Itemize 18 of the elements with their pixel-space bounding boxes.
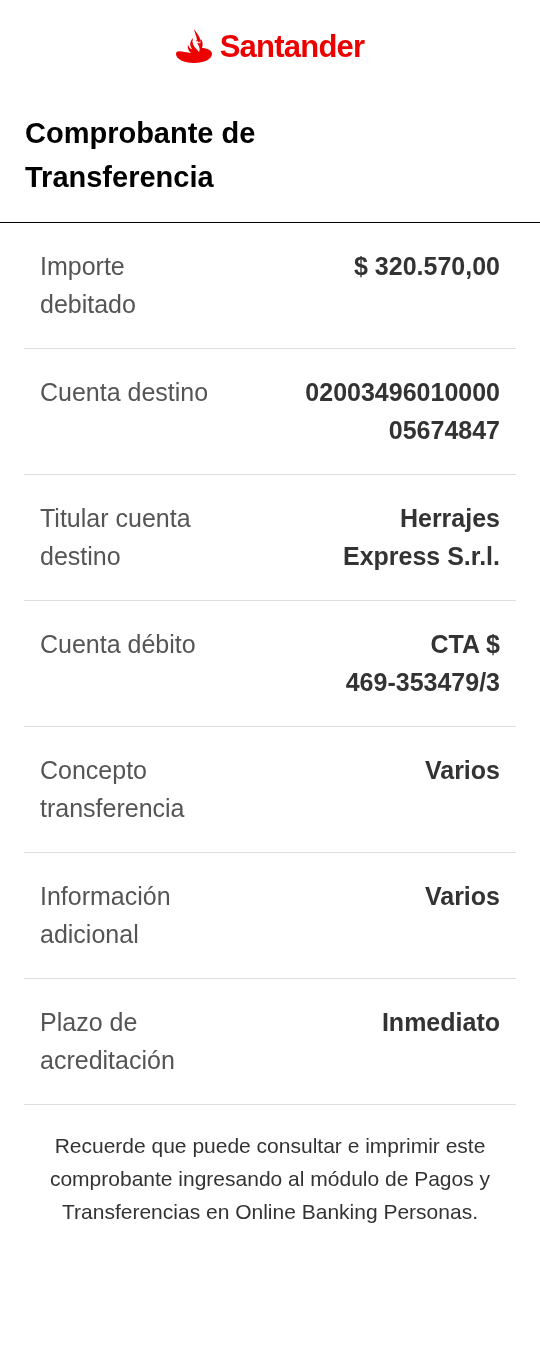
field-label: Cuenta destino — [40, 377, 209, 408]
field-label: Plazo de acreditación — [40, 1007, 175, 1076]
field-value: 02003496010000 05674847 — [305, 377, 500, 446]
footer-note: Recuerde que puede consultar e imprimir este comprobante ingresando al módulo de Pagos y Transferencias en Online Banking Personas. — [48, 1133, 492, 1225]
field-value: Inmediato — [381, 1007, 500, 1038]
page-title: Comprobante de Transferencia — [24, 116, 257, 195]
field-value: Varios — [424, 755, 500, 786]
brand-name: Santander — [219, 30, 365, 62]
field-label: Importe debitado — [40, 251, 136, 320]
field-value: Herrajes Express S.r.l. — [342, 503, 500, 572]
field-label: Concepto transferencia — [40, 755, 185, 824]
field-value: Varios — [424, 881, 500, 912]
field-label: Titular cuenta destino — [40, 503, 191, 572]
field-label: Cuenta débito — [40, 629, 196, 660]
field-label: Información adicional — [40, 881, 171, 950]
flame-logo-icon — [175, 29, 212, 63]
field-value: CTA $ 469-353479/3 — [345, 629, 500, 698]
field-value: $ 320.570,00 — [354, 251, 500, 282]
